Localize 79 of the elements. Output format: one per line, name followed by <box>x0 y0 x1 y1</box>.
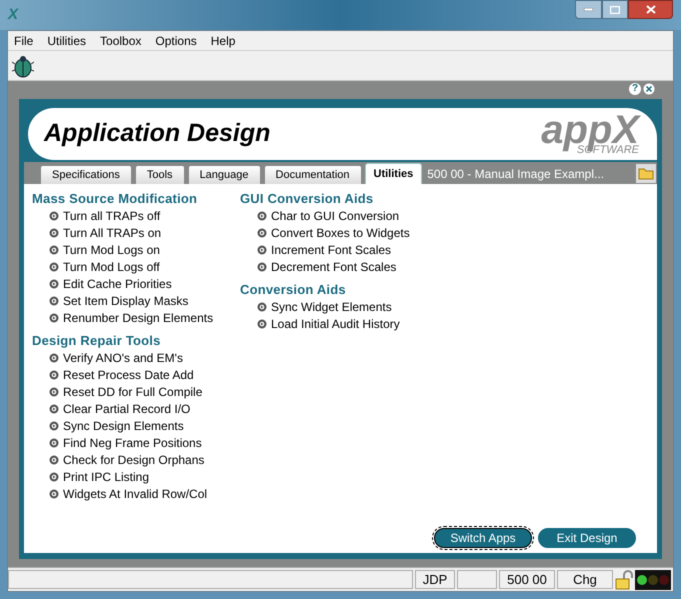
bullet-icon <box>257 318 267 328</box>
utility-link[interactable]: Increment Font Scales <box>240 241 448 258</box>
tab[interactable]: Utilities <box>364 163 422 184</box>
utility-link[interactable]: Edit Cache Priorities <box>32 275 240 292</box>
utility-link[interactable]: Turn Mod Logs off <box>32 258 240 275</box>
utility-link[interactable]: Renumber Design Elements <box>32 309 240 326</box>
bullet-icon <box>49 244 59 254</box>
section-heading: Design Repair Tools <box>32 332 162 349</box>
utility-link[interactable]: Sync Widget Elements <box>240 298 448 315</box>
tab[interactable]: Documentation <box>264 165 362 184</box>
utility-link[interactable]: Turn Mod Logs on <box>32 241 240 258</box>
bullet-icon <box>49 228 59 238</box>
close-button[interactable] <box>628 0 673 19</box>
maximize-button[interactable] <box>602 0 628 19</box>
status-field: JDP <box>415 570 455 589</box>
bullet-icon <box>49 404 59 414</box>
bullet-icon <box>49 278 59 288</box>
page-title: Application Design <box>44 118 270 150</box>
utility-link[interactable]: Widgets At Invalid Row/Col <box>32 485 240 502</box>
utility-link[interactable]: Load Initial Audit History <box>240 315 448 332</box>
utility-link[interactable]: Find Neg Frame Positions <box>32 434 240 451</box>
utility-link[interactable]: Convert Boxes to Widgets <box>240 224 448 241</box>
folder-button[interactable] <box>635 163 657 184</box>
utility-link[interactable]: Set Item Display Masks <box>32 292 240 309</box>
section-heading: Mass Source Modification <box>32 190 198 207</box>
bullet-icon <box>49 472 59 482</box>
action-button[interactable]: Exit Design <box>538 528 636 548</box>
bullet-icon <box>257 302 267 312</box>
utility-link[interactable]: Print IPC Listing <box>32 468 240 485</box>
utility-link[interactable]: Check for Design Orphans <box>32 451 240 468</box>
minimize-button[interactable] <box>575 0 602 19</box>
status-panel <box>457 570 497 589</box>
menu-item[interactable]: Options <box>155 32 197 50</box>
utility-link[interactable]: Reset DD for Full Compile <box>32 383 240 400</box>
bullet-icon <box>49 386 59 396</box>
beetle-icon[interactable] <box>12 54 34 78</box>
bullet-icon <box>257 210 267 220</box>
utility-link[interactable]: Turn all TRAPs off <box>32 207 240 224</box>
status-field: 500 00 <box>499 570 555 589</box>
close-icon[interactable] <box>643 83 655 95</box>
menu-item[interactable]: File <box>14 32 34 50</box>
app-icon: X <box>8 4 18 26</box>
tab[interactable]: Tools <box>134 165 185 184</box>
menu-item[interactable]: Utilities <box>47 32 86 50</box>
padlock-icon <box>615 570 633 590</box>
utility-link[interactable]: Verify ANO's and EM's <box>32 349 240 366</box>
bullet-icon <box>49 370 59 380</box>
menu-item[interactable]: Toolbox <box>100 32 142 50</box>
bullet-icon <box>49 454 59 464</box>
utility-link[interactable]: Char to GUI Conversion <box>240 207 448 224</box>
action-button[interactable]: Switch Apps <box>434 528 532 548</box>
utility-link[interactable]: Reset Process Date Add <box>32 366 240 383</box>
help-icon[interactable]: ? <box>629 83 641 95</box>
minimize-icon <box>584 8 593 11</box>
tab[interactable]: Specifications <box>40 165 132 184</box>
bullet-icon <box>49 262 59 272</box>
bullet-icon <box>49 312 59 322</box>
folder-icon <box>638 167 654 180</box>
utility-link[interactable]: Decrement Font Scales <box>240 258 448 275</box>
bullet-icon <box>49 352 59 362</box>
bullet-icon <box>49 296 59 306</box>
bullet-icon <box>49 488 59 498</box>
utility-link[interactable]: Turn All TRAPs on <box>32 224 240 241</box>
bullet-icon <box>49 438 59 448</box>
menu-item[interactable]: Help <box>210 32 236 50</box>
utility-link[interactable]: Sync Design Elements <box>32 417 240 434</box>
traffic-light-icon <box>635 570 671 590</box>
utility-link[interactable]: Clear Partial Record I/O <box>32 400 240 417</box>
close-icon <box>646 5 656 14</box>
bullet-icon <box>257 244 267 254</box>
status-field: Chg <box>557 570 613 589</box>
maximize-icon <box>610 6 620 14</box>
section-heading: Conversion Aids <box>240 281 347 298</box>
bullet-icon <box>257 262 267 272</box>
tab[interactable]: Language <box>188 165 261 184</box>
bullet-icon <box>49 210 59 220</box>
section-heading: GUI Conversion Aids <box>240 190 374 207</box>
bullet-icon <box>49 420 59 430</box>
bullet-icon <box>257 228 267 238</box>
